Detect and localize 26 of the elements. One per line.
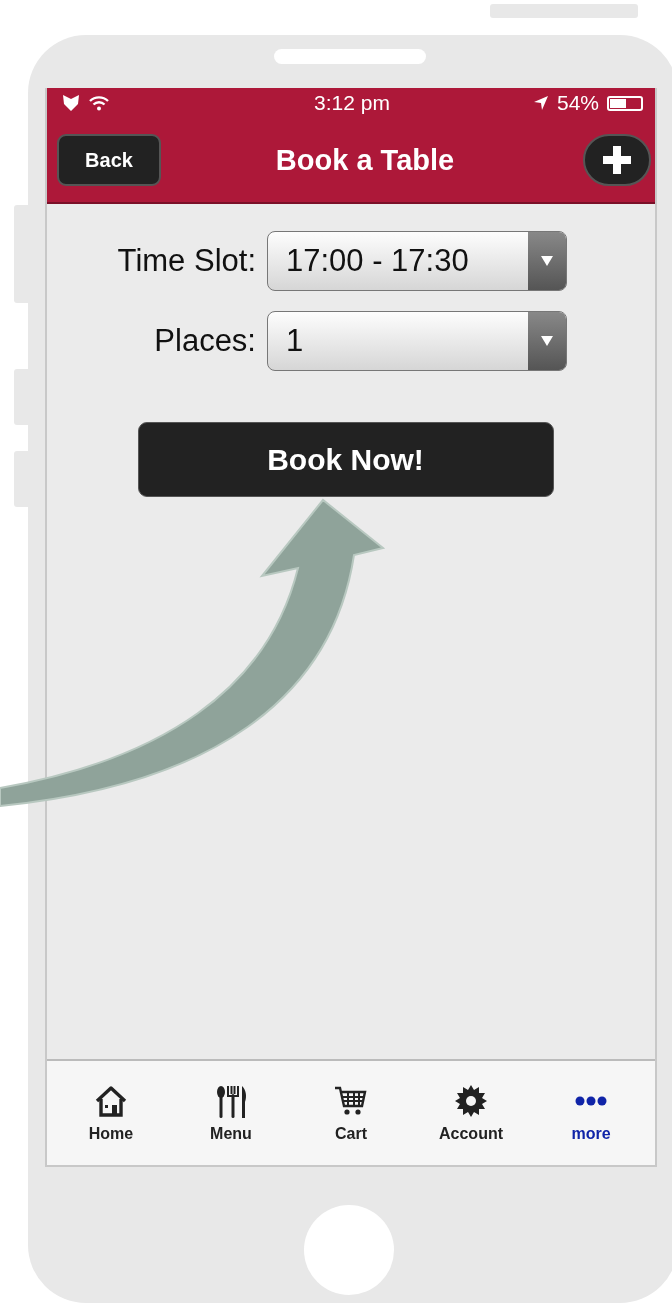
- add-button[interactable]: [583, 134, 651, 186]
- field-label: Time Slot:: [116, 243, 256, 279]
- location-arrow-icon: [532, 95, 549, 111]
- tab-item[interactable]: Cart: [296, 1061, 406, 1165]
- more-icon: [574, 1095, 608, 1106]
- battery-icon: [607, 95, 643, 111]
- tab-item[interactable]: Menu: [176, 1061, 286, 1165]
- caret-icon: [540, 255, 554, 267]
- tab-item[interactable]: Account: [416, 1061, 526, 1165]
- caret-icon: [540, 335, 554, 347]
- status-time: 3:12 pm: [314, 91, 390, 115]
- page-title: Book a Table: [275, 143, 455, 177]
- cutlery-icon: [214, 1083, 248, 1119]
- book-now-button[interactable]: Book Now!: [137, 422, 554, 497]
- tab-item[interactable]: more: [536, 1061, 646, 1165]
- plus-icon: [603, 146, 631, 174]
- field-label: Places:: [153, 323, 256, 359]
- tab-item[interactable]: Home: [56, 1061, 166, 1165]
- dropdown-field[interactable]: 1: [267, 311, 567, 371]
- emblem-icon: [61, 94, 81, 112]
- house-icon: [94, 1083, 128, 1119]
- back-button[interactable]: Back: [57, 134, 161, 186]
- gear-icon: [454, 1083, 488, 1119]
- wifi-icon: [89, 95, 109, 111]
- battery-percent: 54%: [556, 91, 599, 115]
- dropdown-field[interactable]: 17:00 - 17:30: [267, 231, 567, 291]
